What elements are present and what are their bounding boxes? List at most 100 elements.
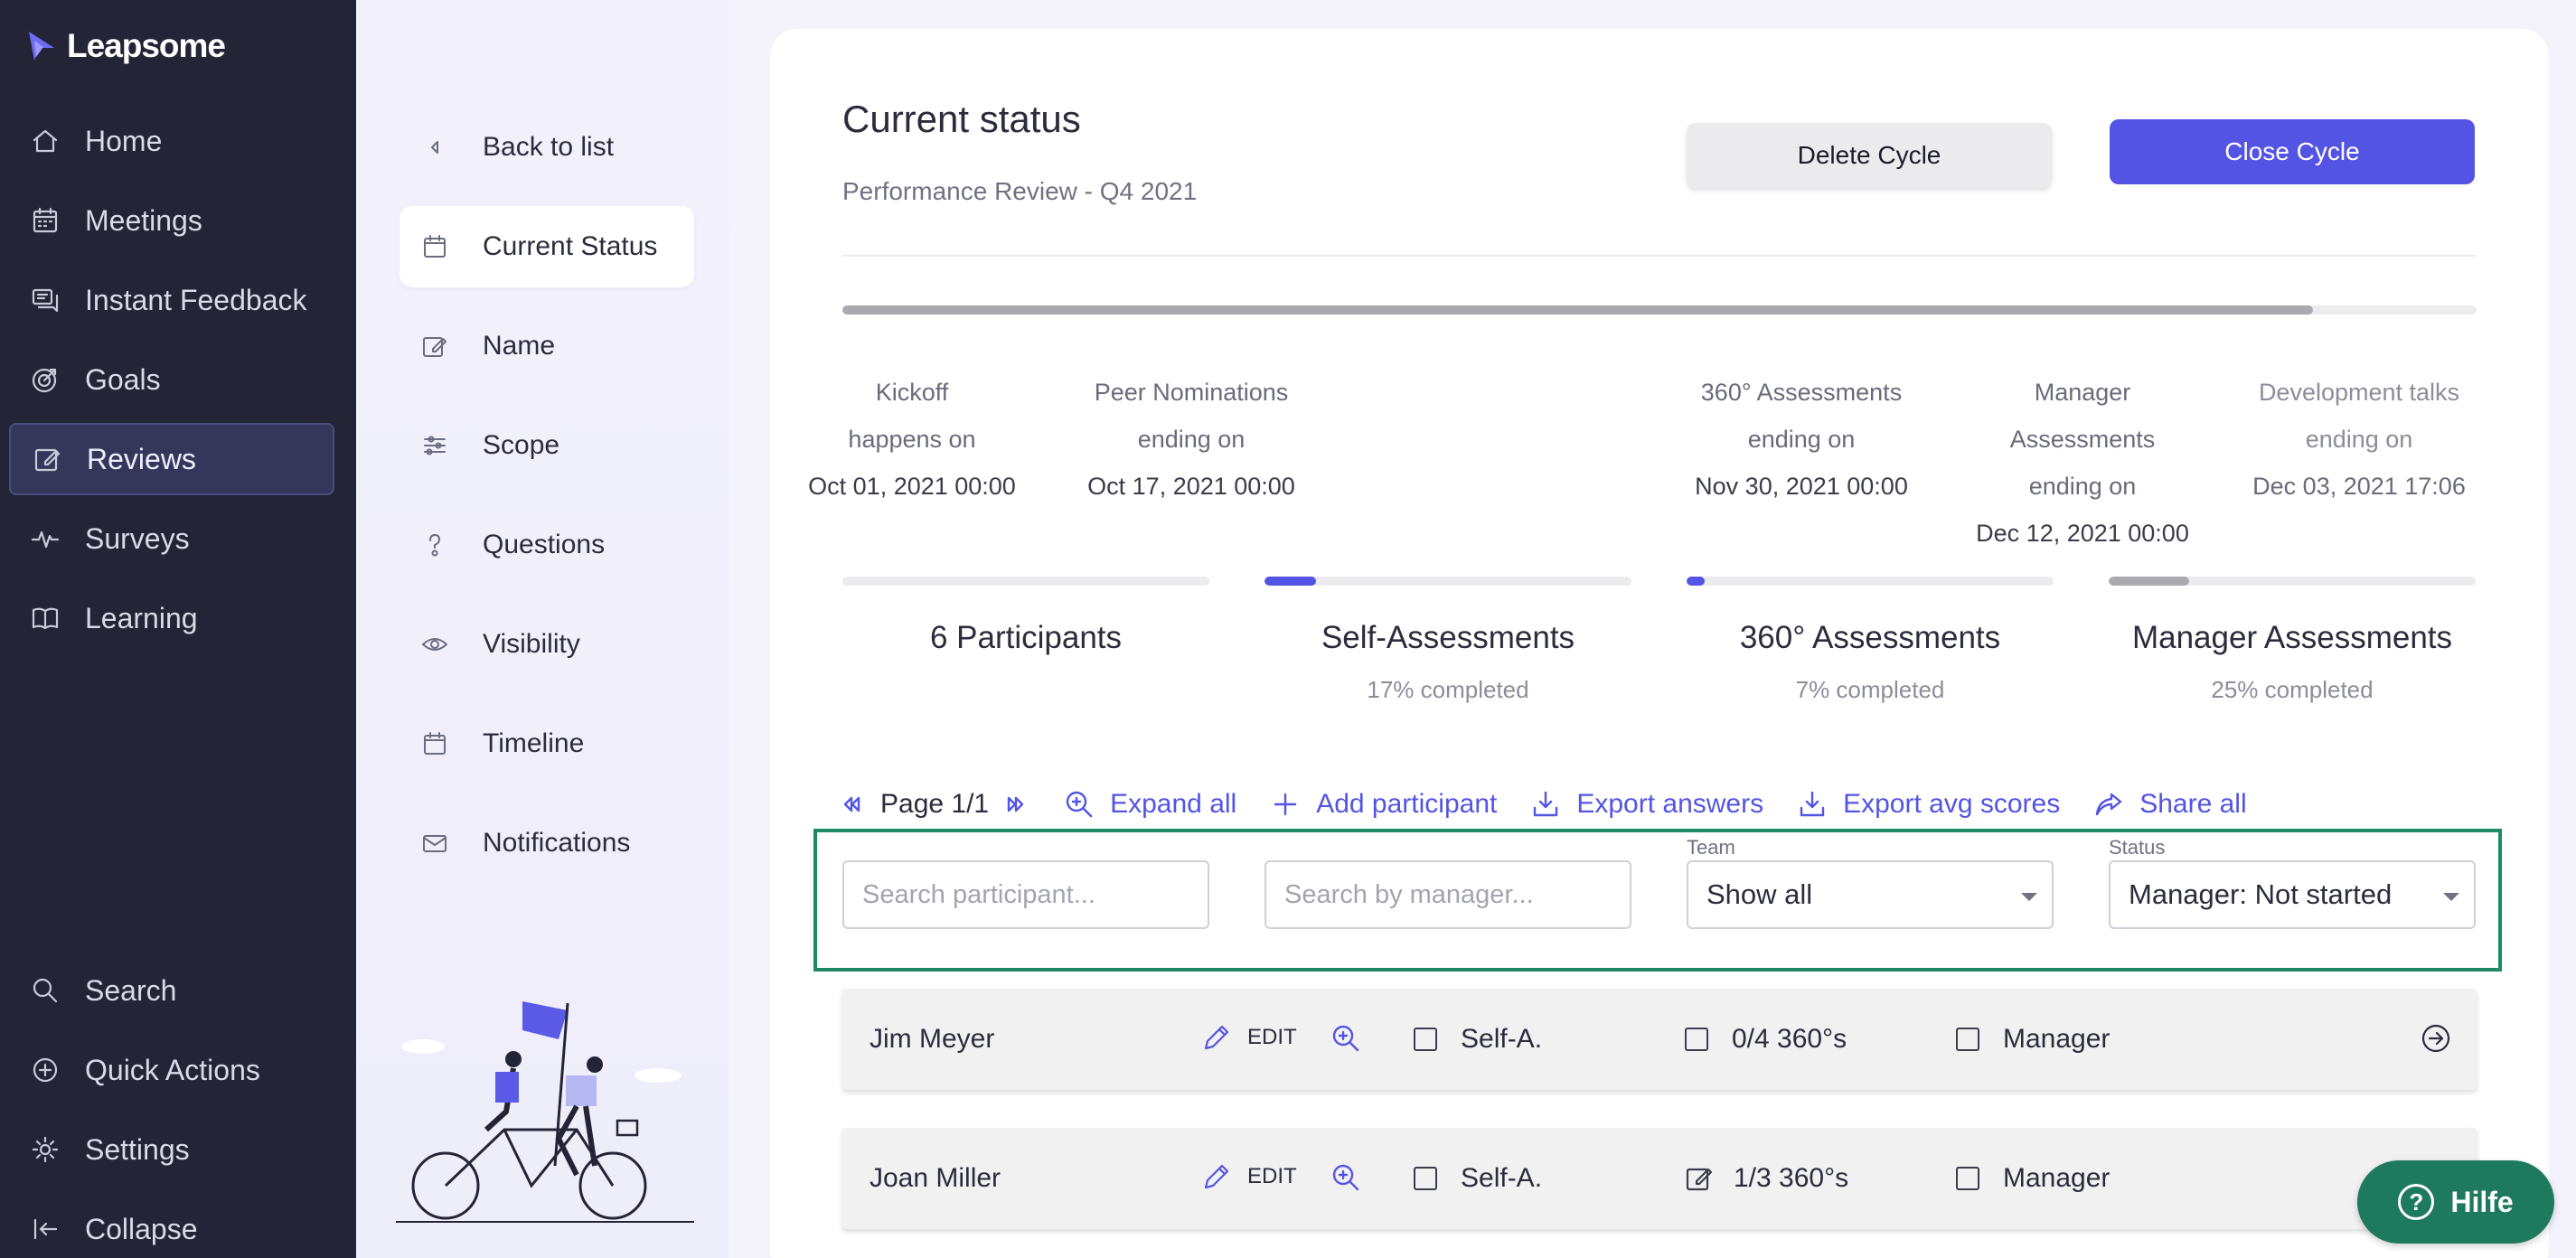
milestone-date: Oct 17, 2021 00:00 xyxy=(1087,473,1295,500)
view-participant-button[interactable] xyxy=(1330,1023,1361,1058)
download-icon xyxy=(1800,791,1825,817)
nav-label: Collapse xyxy=(85,1212,198,1245)
milestone-verb: happens on xyxy=(848,426,976,453)
divider xyxy=(842,255,2477,257)
subnav-name[interactable]: Name xyxy=(400,305,694,387)
subnav-label: Back to list xyxy=(483,132,615,162)
pencil-icon xyxy=(1204,1164,1229,1189)
help-button[interactable]: ? Hilfe xyxy=(2357,1160,2554,1244)
self-assessment-cell[interactable]: Self-A. xyxy=(1414,1128,1542,1229)
checkbox-icon xyxy=(1414,1028,1437,1051)
share-all-button[interactable]: Share all xyxy=(2094,789,2247,820)
manager-assessment-cell[interactable]: Manager xyxy=(1956,1128,2110,1229)
help-label: Hilfe xyxy=(2450,1185,2514,1218)
expand-all-button[interactable]: Expand all xyxy=(1065,789,1236,820)
stat-label: Self-Assessments xyxy=(1321,620,1575,655)
status-select[interactable]: Manager: Not started xyxy=(2109,860,2476,929)
milestone-verb: ending on xyxy=(1137,426,1246,453)
chevron-left-icon xyxy=(419,132,450,163)
nav-item-meetings[interactable]: Meetings xyxy=(9,184,334,257)
sliders-icon xyxy=(419,430,450,461)
nav-item-collapse[interactable]: Collapse xyxy=(9,1193,334,1258)
subnav-questions[interactable]: Questions xyxy=(400,504,694,586)
nav-label: Surveys xyxy=(85,521,190,555)
zoom-in-icon xyxy=(1332,1164,1359,1191)
milestone-date: Dec 03, 2021 17:06 xyxy=(2252,473,2466,500)
peer-assessment-cell[interactable]: 0/4 360°s xyxy=(1685,989,1847,1090)
edit-participant-button[interactable]: EDIT xyxy=(1202,1023,1297,1052)
book-icon xyxy=(29,602,61,634)
stat-progress-bar xyxy=(2109,577,2476,586)
calendar-icon xyxy=(419,231,450,262)
milestone-title: Kickoff xyxy=(875,379,949,406)
nav-item-home[interactable]: Home xyxy=(9,105,334,177)
subnav-label: Notifications xyxy=(483,828,631,858)
subnav-label: Questions xyxy=(483,530,606,559)
manager-assessment-cell[interactable]: Manager xyxy=(1956,989,2110,1090)
subnav-scope[interactable]: Scope xyxy=(400,405,694,486)
subnav-label: Name xyxy=(483,331,556,361)
mail-icon xyxy=(419,828,450,859)
open-participant-button[interactable] xyxy=(2421,1023,2451,1058)
self-assessment-cell[interactable]: Self-A. xyxy=(1414,989,1542,1090)
caret-down-icon xyxy=(2443,893,2459,901)
view-participant-button[interactable] xyxy=(1330,1162,1361,1197)
checkbox-icon xyxy=(1956,1028,1979,1051)
export-answers-button[interactable]: Export answers xyxy=(1531,789,1763,820)
milestone-date: Oct 01, 2021 00:00 xyxy=(808,473,1016,500)
milestone-title-2: Assessments xyxy=(2009,426,2156,453)
nav-item-reviews[interactable]: Reviews xyxy=(9,423,334,495)
checkbox-icon xyxy=(1956,1167,1979,1190)
stat-progress-fill xyxy=(1687,577,1706,586)
nav-item-instant-feedback[interactable]: Instant Feedback xyxy=(9,264,334,336)
app-name: Leapsome xyxy=(67,27,226,64)
search-manager-input[interactable] xyxy=(1264,860,1631,929)
edit-icon xyxy=(31,443,63,475)
participant-name: Jim Meyer xyxy=(870,1024,995,1054)
subnav-timeline[interactable]: Timeline xyxy=(400,703,694,784)
subnav-visibility[interactable]: Visibility xyxy=(400,604,694,685)
export-avg-scores-button[interactable]: Export avg scores xyxy=(1798,789,2060,820)
subnav-current-status[interactable]: Current Status xyxy=(400,206,694,287)
milestone-title: Manager xyxy=(2034,379,2131,406)
edit-participant-button[interactable]: EDIT xyxy=(1202,1162,1297,1191)
team-select-value: Show all xyxy=(1706,878,1813,910)
search-participant-input[interactable] xyxy=(842,860,1209,929)
last-page-icon[interactable] xyxy=(1003,792,1029,817)
milestone-360-assessments: 360° Assessments ending on Nov 30, 2021 … xyxy=(1684,369,1919,510)
milestone-verb: ending on xyxy=(2305,426,2413,453)
stat-participants: 6 Participants xyxy=(842,577,1209,676)
first-page-icon[interactable] xyxy=(839,792,864,817)
participant-row[interactable]: Jim Meyer EDIT Self-A. 0/4 360°s Manager xyxy=(842,989,2477,1090)
milestone-verb: ending on xyxy=(2028,473,2137,500)
pulse-icon xyxy=(29,522,61,555)
page-subtitle: Performance Review - Q4 2021 xyxy=(842,177,1198,205)
close-cycle-button[interactable]: Close Cycle xyxy=(2110,119,2475,184)
nav-item-surveys[interactable]: Surveys xyxy=(9,502,334,575)
add-participant-button[interactable]: Add participant xyxy=(1271,789,1497,820)
checkbox-icon xyxy=(1685,1028,1708,1051)
manager-assessment-label: Manager xyxy=(2003,1024,2111,1054)
collapse-icon xyxy=(29,1213,61,1245)
peer-assessment-cell[interactable]: 1/3 360°s xyxy=(1685,1128,1848,1229)
share-all-label: Share all xyxy=(2139,789,2247,819)
logo[interactable]: Leapsome xyxy=(27,27,226,65)
participant-row[interactable]: Joan Miller EDIT Self-A. 1/3 360°s Manag… xyxy=(842,1128,2477,1229)
stat-sub: 7% completed xyxy=(1795,676,1945,703)
team-filter-label: Team xyxy=(1687,836,1735,859)
peer-assessment-label: 0/4 360°s xyxy=(1732,1024,1847,1054)
subnav-notifications[interactable]: Notifications xyxy=(400,803,694,884)
delete-cycle-button[interactable]: Delete Cycle xyxy=(1687,123,2052,188)
target-icon xyxy=(29,363,61,396)
nav-label: Learning xyxy=(85,601,198,634)
nav-item-learning[interactable]: Learning xyxy=(9,582,334,654)
nav-item-search[interactable]: Search xyxy=(9,954,334,1027)
nav-item-goals[interactable]: Goals xyxy=(9,343,334,416)
nav-item-settings[interactable]: Settings xyxy=(9,1113,334,1186)
edit-label: EDIT xyxy=(1247,1164,1297,1188)
team-select[interactable]: Show all xyxy=(1687,860,2054,929)
stat-label: 360° Assessments xyxy=(1739,620,2001,655)
subnav-back-to-list[interactable]: Back to list xyxy=(400,107,694,188)
nav-item-quick-actions[interactable]: Quick Actions xyxy=(9,1034,334,1106)
plus-circle-icon xyxy=(29,1054,61,1086)
